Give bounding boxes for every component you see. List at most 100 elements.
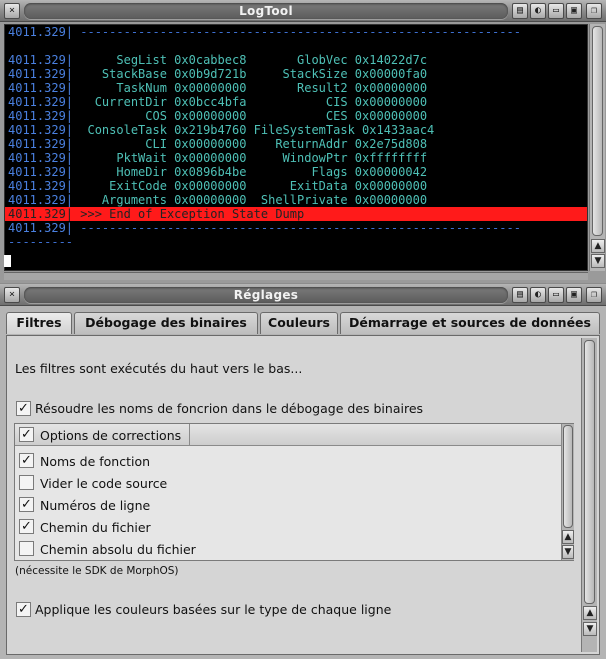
colors-label: Applique les couleurs basées sur le type… [35,602,392,617]
log-timestamp: 4011.329| [8,193,74,207]
log-text: HomeDir 0x0896b4be Flags 0x00000042 [73,165,428,179]
scrollbar-knob[interactable] [563,425,573,528]
option-checkbox[interactable]: ✓ [19,497,34,512]
scroll-down-icon[interactable]: ▼ [591,254,605,268]
log-line: 4011.329| Arguments 0x00000000 ShellPriv… [5,193,587,207]
log-text: --------- [8,235,74,249]
log-timestamp: 4011.329| [8,165,74,179]
option-checkbox[interactable]: ✓ [19,453,34,468]
list-item[interactable]: ✓ Chemin du fichier [15,516,561,538]
option-label: Numéros de ligne [40,498,151,513]
list-header[interactable]: ✓ Options de corrections [15,424,561,446]
option-checkbox[interactable]: ✓ [19,519,34,534]
log-line: 4011.329| COS 0x00000000 CES 0x00000000 [5,109,587,123]
list-scrollbar[interactable]: ▲ ▼ [561,424,574,560]
colors-checkbox[interactable]: ✓ [16,602,31,617]
sleep-icon[interactable]: ▭ [548,3,564,19]
log-timestamp: 4011.329| [8,25,74,39]
list-header-checkbox[interactable]: ✓ [19,427,34,442]
scroll-up-icon[interactable]: ▲ [583,606,597,620]
log-timestamp: 4011.329| [8,207,74,221]
scrollbar-knob[interactable] [592,26,603,236]
logtool-titlebar[interactable]: × LogTool ▤ ◐ ▭ ▣ ❐ [0,0,606,22]
snapshot-icon[interactable]: ◐ [530,3,546,19]
log-text: >>> End of Exception State Dump [73,207,305,221]
list-item[interactable]: Vider le code source [15,472,561,494]
scrollbar-knob[interactable] [584,340,595,604]
option-checkbox[interactable] [19,475,34,490]
sdk-note: (nécessite le SDK de MorphOS) [15,565,179,577]
zoom-icon[interactable]: ▣ [566,287,582,303]
log-line: 4011.329| SegList 0x0cabbec8 GlobVec 0x1… [5,53,587,67]
column-divider[interactable] [189,424,190,446]
window-title: Réglages [24,287,508,303]
log-line-highlighted: 4011.329| >>> End of Exception State Dum… [5,207,587,221]
log-line: --------- [5,235,587,249]
settings-window: × Réglages ▤ ◐ ▭ ▣ ❐ Filtres Débogage de… [0,284,606,659]
snapshot-icon[interactable]: ◐ [530,287,546,303]
list-item[interactable]: ✓ Noms de fonction [15,450,561,472]
text-cursor [4,255,11,267]
close-icon[interactable]: × [4,3,20,19]
log-line: 4011.329| ------------------------------… [5,25,587,39]
scroll-up-icon[interactable]: ▲ [562,530,574,544]
tab-demarrage[interactable]: Démarrage et sources de données [340,312,600,334]
log-line: 4011.329| HomeDir 0x0896b4be Flags 0x000… [5,165,587,179]
log-timestamp: 4011.329| [8,53,74,67]
sleep-icon[interactable]: ▭ [548,287,564,303]
log-text: COS 0x00000000 CES 0x00000000 [73,109,428,123]
filters-panel: Les filtres sont exécutés du haut vers l… [6,335,600,655]
iconify-icon[interactable]: ▤ [512,287,528,303]
list-item[interactable]: Chemin absolu du fichier [15,538,561,560]
option-label: Noms de fonction [40,454,151,469]
log-output[interactable]: 4011.329| ------------------------------… [4,24,588,271]
log-timestamp: 4011.329| [8,151,74,165]
tab-debogage[interactable]: Débogage des binaires [74,312,258,334]
log-line: 4011.329| StackBase 0x0b9d721b StackSize… [5,67,587,81]
log-text: ConsoleTask 0x219b4760 FileSystemTask 0x… [73,123,435,137]
scroll-up-icon[interactable]: ▲ [591,239,605,253]
log-horizontal-scrollbar[interactable] [4,272,588,280]
zoom-icon[interactable]: ▣ [566,3,582,19]
depth-icon[interactable]: ❐ [586,287,602,303]
log-vertical-scrollbar[interactable]: ▲ ▼ [589,24,605,271]
log-timestamp: 4011.329| [8,109,74,123]
resolve-checkbox[interactable]: ✓ [16,401,31,416]
option-checkbox[interactable] [19,541,34,556]
window-title: LogTool [24,3,508,19]
tab-couleurs[interactable]: Couleurs [260,312,338,334]
log-line: 4011.329| CurrentDir 0x0bcc4bfa CIS 0x00… [5,95,587,109]
log-timestamp: 4011.329| [8,221,74,235]
log-timestamp: 4011.329| [8,179,74,193]
log-text: TaskNum 0x00000000 Result2 0x00000000 [73,81,428,95]
log-line: 4011.329| ConsoleTask 0x219b4760 FileSys… [5,123,587,137]
close-icon[interactable]: × [4,287,20,303]
log-text: CLI 0x00000000 ReturnAddr 0x2e75d808 [73,137,428,151]
iconify-icon[interactable]: ▤ [512,3,528,19]
log-text: ----------------------------------------… [73,221,521,235]
depth-icon[interactable]: ❐ [586,3,602,19]
log-text: ----------------------------------------… [73,25,521,39]
list-item[interactable]: ✓ Numéros de ligne [15,494,561,516]
log-text: Arguments 0x00000000 ShellPrivate 0x0000… [73,193,428,207]
log-text: CurrentDir 0x0bcc4bfa CIS 0x00000000 [73,95,428,109]
log-timestamp: 4011.329| [8,95,74,109]
logtool-window: × LogTool ▤ ◐ ▭ ▣ ❐ 4011.329| ----------… [0,0,606,283]
tab-filtres[interactable]: Filtres [6,312,72,334]
log-line: 4011.329| TaskNum 0x00000000 Result2 0x0… [5,81,587,95]
log-text: SegList 0x0cabbec8 GlobVec 0x14022d7c [73,53,428,67]
settings-titlebar[interactable]: × Réglages ▤ ◐ ▭ ▣ ❐ [0,284,606,306]
scroll-down-icon[interactable]: ▼ [562,545,574,559]
corrections-list[interactable]: ✓ Options de corrections ✓ Noms de foncti… [14,423,574,561]
option-label: Chemin du fichier [40,520,151,535]
log-text: ExitCode 0x00000000 ExitData 0x00000000 [73,179,428,193]
scroll-down-icon[interactable]: ▼ [583,622,597,636]
log-text: StackBase 0x0b9d721b StackSize 0x00000fa… [73,67,428,81]
log-line: 4011.329| PktWait 0x00000000 WindowPtr 0… [5,151,587,165]
intro-text: Les filtres sont exécutés du haut vers l… [15,361,303,376]
log-timestamp: 4011.329| [8,123,74,137]
log-timestamp: 4011.329| [8,67,74,81]
panel-vertical-scrollbar[interactable]: ▲ ▼ [581,338,597,652]
list-header-label: Options de corrections [40,428,182,443]
